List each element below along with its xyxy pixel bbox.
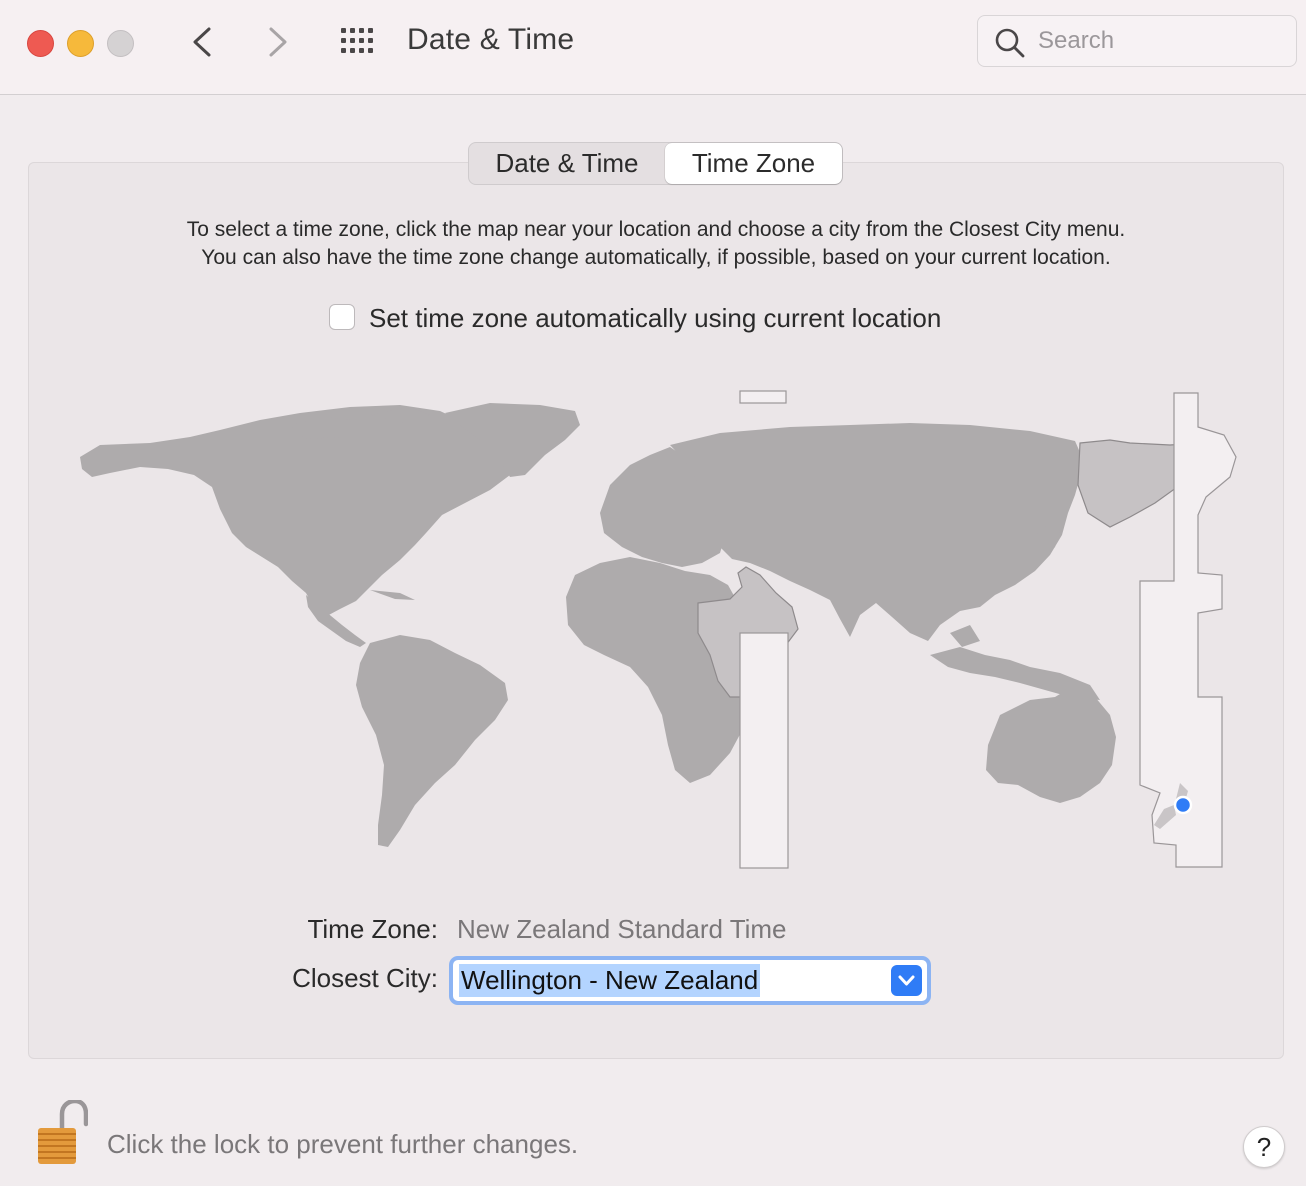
grid-icon — [341, 28, 373, 53]
map-australia — [986, 685, 1116, 803]
instructions-text: To select a time zone, click the map nea… — [28, 216, 1284, 272]
time-zone-label: Time Zone: — [307, 914, 438, 944]
unlocked-lock-icon[interactable] — [36, 1100, 88, 1166]
instructions-line-2: You can also have the time zone change a… — [201, 246, 1111, 269]
map-caribbean — [370, 590, 415, 600]
close-window-button[interactable] — [27, 30, 54, 57]
search-icon — [995, 28, 1025, 58]
chevron-left-icon — [193, 27, 211, 57]
location-pin — [1173, 795, 1193, 815]
world-map[interactable] — [70, 385, 1245, 875]
search-input[interactable] — [1038, 16, 1288, 66]
back-button[interactable] — [183, 22, 223, 62]
auto-timezone-label[interactable]: Set time zone automatically using curren… — [369, 303, 941, 334]
map-north-america — [80, 405, 510, 617]
auto-timezone-checkbox[interactable] — [329, 304, 355, 330]
zoom-window-button[interactable] — [107, 30, 134, 57]
show-all-button[interactable] — [339, 26, 379, 56]
closest-city-label: Closest City: — [292, 963, 438, 993]
title-bar: Date & Time — [0, 0, 1306, 95]
window-title: Date & Time — [407, 23, 575, 56]
lock-message: Click the lock to prevent further change… — [107, 1129, 579, 1159]
map-south-america — [356, 635, 508, 847]
minimize-window-button[interactable] — [67, 30, 94, 57]
tab-date-time[interactable]: Date & Time — [469, 143, 665, 184]
closest-city-value[interactable]: Wellington - New Zealand — [459, 964, 761, 997]
tab-bar: Date & Time Time Zone — [468, 142, 843, 185]
chevron-right-icon — [269, 27, 287, 57]
time-zone-value: New Zealand Standard Time — [457, 914, 787, 944]
chevron-down-icon — [898, 975, 915, 986]
closest-city-combobox[interactable]: Wellington - New Zealand — [449, 956, 931, 1005]
map-zone-strip-north — [739, 390, 787, 404]
forward-button[interactable] — [257, 22, 297, 62]
tab-time-zone[interactable]: Time Zone — [665, 143, 842, 184]
search-field[interactable] — [977, 15, 1297, 67]
help-button[interactable]: ? — [1243, 1126, 1285, 1168]
instructions-line-1: To select a time zone, click the map nea… — [186, 218, 1126, 241]
map-zone-strip-south — [739, 632, 789, 869]
closest-city-dropdown-button[interactable] — [891, 965, 922, 996]
